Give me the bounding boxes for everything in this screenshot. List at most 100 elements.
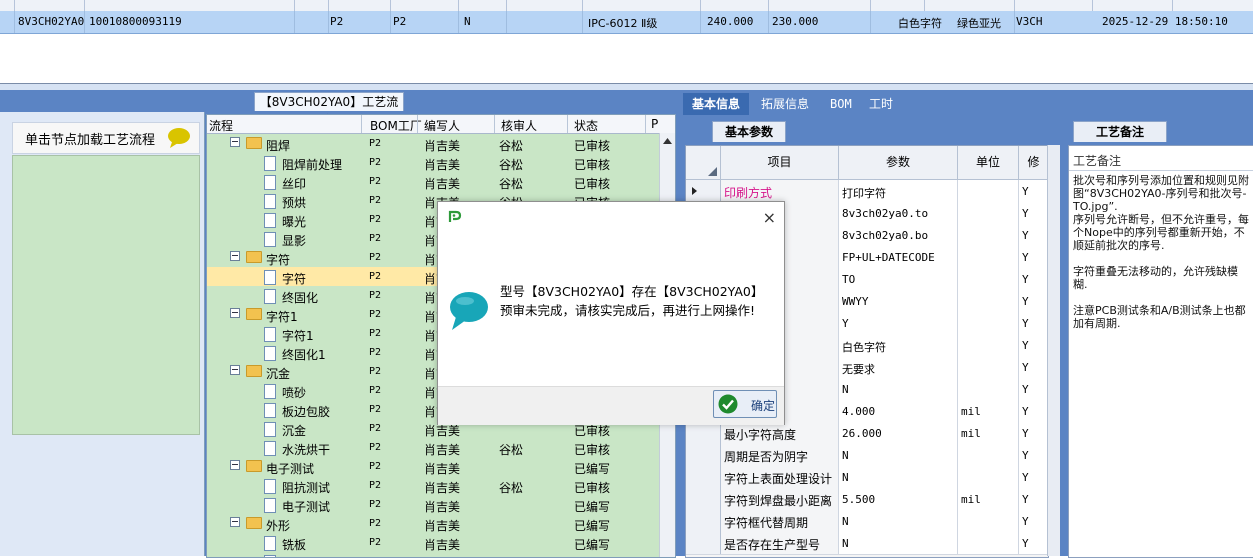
param-value-cell[interactable]: WWYY [839,290,958,312]
tree-row[interactable]: 成品清洗P2肖吉美谷松已审核 [207,552,659,557]
param-value-cell[interactable]: 无要求 [839,356,958,378]
param-value-cell[interactable]: 26.000 [839,422,958,444]
tab-bom[interactable]: BOM [830,93,852,115]
param-unit-cell [958,444,1019,466]
tab-basic-params[interactable]: 基本参数 [712,121,786,142]
param-value: N [842,515,849,528]
param-row[interactable]: 最小字符高度 26.000 mil Y [686,422,1048,445]
collapse-toggle-icon[interactable] [230,251,240,261]
tab-extended-info[interactable]: 拓展信息 [761,93,809,115]
dialog-ok-button[interactable]: 确定 [713,390,777,418]
left-panel-body [12,155,200,435]
param-value: 5.500 [842,493,876,506]
tree-bom-plant: P2 [369,404,382,415]
col-writer[interactable]: 编写人 [424,117,460,134]
document-icon [264,422,276,437]
param-unit-cell [958,290,1019,312]
param-value-cell[interactable]: 4.000 [839,400,958,422]
tree-row[interactable]: 电子测试 P2 肖吉美 已编写 [207,457,659,476]
check-icon [718,394,738,414]
param-flag-cell: Y [1019,466,1048,488]
tab-process-notes[interactable]: 工艺备注 [1073,121,1167,142]
tree-writer: 肖吉美 [424,519,461,533]
tab-basic-info[interactable]: 基本信息 [683,93,749,115]
col-status[interactable]: 状态 [574,117,598,134]
param-unit: mil [961,405,981,418]
param-value-cell[interactable]: 白色字符 [839,334,958,356]
param-grid-scrollbar[interactable] [1047,145,1060,556]
tree-row[interactable]: 外形 P2 肖吉美 已编写 [207,514,659,533]
param-row[interactable]: 字符上表面处理设计 N Y [686,466,1048,489]
tree-bom-plant: P2 [369,290,382,301]
param-value: 白色字符 [842,341,886,354]
col-reviewer[interactable]: 核审人 [501,117,537,134]
tree-reviewer: 谷松 [499,481,524,495]
param-value-cell[interactable]: N [839,510,958,532]
scroll-up-icon[interactable] [660,135,675,147]
param-value-cell[interactable]: 打印字符 [839,180,958,202]
tree-step-name: 阻抗测试 [282,481,331,495]
col-item[interactable]: 项目 [721,146,839,180]
app-logo-icon [448,210,462,222]
param-value: FP+UL+DATECODE [842,251,935,264]
folder-icon [246,251,262,263]
tree-row[interactable]: 阻焊前处理 P2 肖吉美 谷松 已审核 [207,153,659,172]
dialog-close-button[interactable]: × [763,208,776,227]
param-flag-cell: Y [1019,378,1048,400]
param-item-cell: 最小字符高度 [721,422,839,444]
param-item-cell: 是否存在生产型号 [721,532,839,554]
col-modify[interactable]: 修 [1019,146,1048,180]
col-bom-plant[interactable]: BOM工厂 [370,117,422,134]
param-row[interactable]: 是否存在生产型号 N Y [686,532,1048,555]
param-row[interactable]: 周期是否为阴字 N Y [686,444,1048,467]
param-row[interactable]: 印刷方式 打印字符 Y [686,180,1048,203]
document-icon [264,327,276,342]
collapse-toggle-icon[interactable] [230,517,240,527]
param-value-cell[interactable]: TO [839,268,958,290]
collapse-toggle-icon[interactable] [230,308,240,318]
param-item-cell: 周期是否为阴字 [721,444,839,466]
param-flag: Y [1022,361,1029,374]
tab-hours[interactable]: 工时 [869,93,893,115]
tree-row[interactable]: 阻焊 P2 肖吉美 谷松 已审核 [207,134,659,153]
param-value-cell[interactable]: 8v3ch02ya0.to [839,202,958,224]
tree-row[interactable]: 铣板 P2 肖吉美 已编写 [207,533,659,552]
col-unit[interactable]: 单位 [958,146,1019,180]
param-value-cell[interactable]: N [839,466,958,488]
cell-length: 240.000 [707,15,754,28]
param-value-cell[interactable]: FP+UL+DATECODE [839,246,958,268]
col-param[interactable]: 参数 [839,146,958,180]
param-value-cell[interactable]: 8v3ch02ya0.bo [839,224,958,246]
param-row[interactable]: 字符框代替周期 N Y [686,510,1048,533]
tree-row[interactable]: 水洗烘干 P2 肖吉美 谷松 已审核 [207,438,659,457]
collapse-toggle-icon[interactable] [230,460,240,470]
param-value-cell[interactable]: N [839,444,958,466]
param-flag-cell: Y [1019,246,1048,268]
load-process-label: 单击节点加载工艺流程 [25,133,156,148]
param-flag-cell: Y [1019,444,1048,466]
collapse-toggle-icon[interactable] [230,137,240,147]
tree-step-name: 阻焊前处理 [282,158,343,172]
param-item: 最小字符高度 [724,428,797,442]
notes-text[interactable]: 批次号和序列号添加位置和规则见附图“8V3CH02YA0-序列号和批次号-TO.… [1073,174,1251,330]
tree-row[interactable]: 阻抗测试 P2 肖吉美 谷松 已审核 [207,476,659,495]
col-p[interactable]: P [651,117,658,131]
param-value-cell[interactable]: N [839,532,958,554]
col-flow[interactable]: 流程 [209,117,233,134]
folder-icon [246,308,262,320]
param-value: N [842,383,849,396]
tree-bom-plant: P2 [369,537,382,548]
process-tree-header: 流程 BOM工厂 编写人 核审人 状态 P [207,115,675,134]
collapse-toggle-icon[interactable] [230,365,240,375]
tree-row[interactable]: 丝印 P2 肖吉美 谷松 已审核 [207,172,659,191]
param-value-cell[interactable]: 5.500 [839,488,958,510]
top-grid-selected-row[interactable]: 8V3CH02YA0 10010800093119 P2 P2 N IPC-60… [0,11,1253,34]
param-value-cell[interactable]: Y [839,312,958,334]
param-value: 8v3ch02ya0.bo [842,229,929,242]
tree-bom-plant: P2 [369,214,382,225]
param-value-cell[interactable]: N [839,378,958,400]
tree-row[interactable]: 电子测试 P2 肖吉美 已编写 [207,495,659,514]
param-row[interactable]: 字符到焊盘最小距离 5.500 mil Y [686,488,1048,511]
param-value: 26.000 [842,427,882,440]
tab-process-flow[interactable]: 【8V3CH02YA0】工艺流程 [254,92,404,127]
